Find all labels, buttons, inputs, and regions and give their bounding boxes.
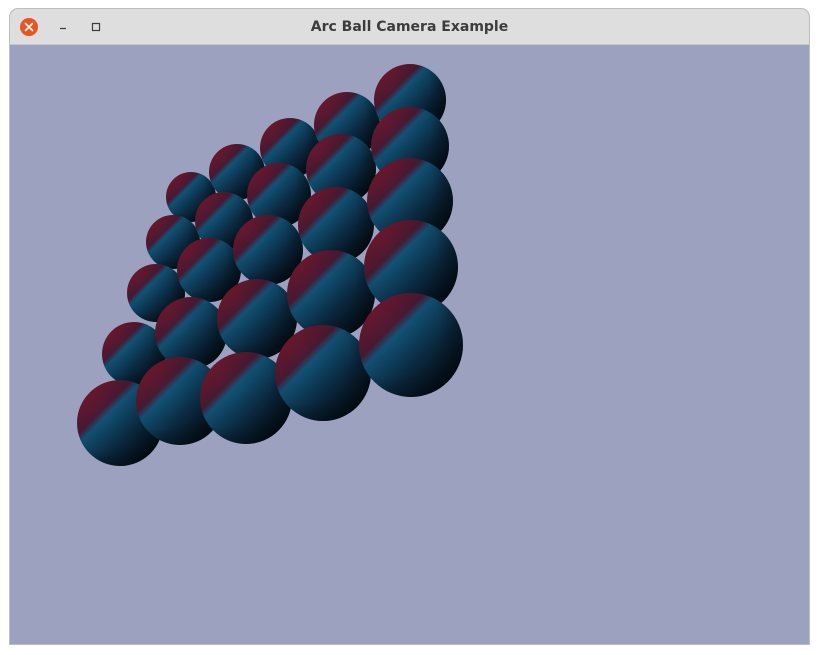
- title-bar[interactable]: Arc Ball Camera Example: [10, 9, 809, 45]
- window-title: Arc Ball Camera Example: [310, 19, 509, 35]
- render-viewport[interactable]: [10, 45, 809, 644]
- sphere-19-shading: [287, 250, 375, 338]
- sphere-group: [77, 64, 463, 466]
- sphere-25-shading: [359, 293, 463, 397]
- scene-canvas[interactable]: [10, 45, 809, 644]
- sphere-17-shading: [155, 297, 227, 369]
- sphere-24-shading: [275, 325, 371, 421]
- application-window: Arc Ball Camera Example: [9, 8, 810, 645]
